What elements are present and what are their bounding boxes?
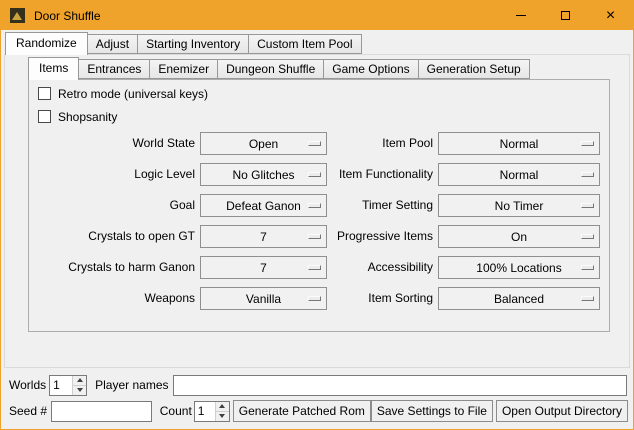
count-input[interactable] (195, 402, 215, 421)
count-spin-buttons (215, 402, 229, 421)
tab-entrances[interactable]: Entrances (78, 59, 150, 79)
seed-input[interactable] (51, 401, 152, 422)
menu-indicator-icon (581, 141, 594, 146)
item-pool-label: Item Pool (259, 132, 433, 155)
shopsanity-checkbox[interactable] (38, 110, 51, 123)
retro-mode-label[interactable]: Retro mode (universal keys) (58, 87, 208, 101)
arrow-up-icon (219, 404, 225, 408)
logic-level-label: Logic Level (29, 163, 195, 186)
save-settings-button[interactable]: Save Settings to File (371, 400, 493, 422)
worlds-label: Worlds (9, 378, 46, 392)
worlds-spin-buttons (72, 376, 86, 395)
retro-mode-checkbutton[interactable]: Retro mode (universal keys) (38, 86, 208, 101)
accessibility-dropdown[interactable]: 100% Locations (438, 256, 600, 279)
arrow-up-icon (77, 378, 83, 382)
maximize-icon (561, 11, 570, 20)
worlds-input[interactable] (50, 376, 72, 395)
shopsanity-label[interactable]: Shopsanity (58, 110, 117, 124)
world-state-label: World State (29, 132, 195, 155)
count-label: Count (160, 404, 192, 418)
close-icon: × (606, 8, 615, 24)
dropdown-value: No Timer (495, 199, 544, 213)
tab-adjust[interactable]: Adjust (87, 34, 138, 54)
tab-custom-item-pool[interactable]: Custom Item Pool (248, 34, 361, 54)
tab-game-options[interactable]: Game Options (323, 59, 418, 79)
close-button[interactable]: × (588, 1, 633, 30)
weapons-label: Weapons (29, 287, 195, 310)
maximize-button[interactable] (543, 1, 588, 30)
tab-starting-inventory[interactable]: Starting Inventory (137, 34, 249, 54)
arrow-down-icon (219, 414, 225, 418)
shopsanity-checkbutton[interactable]: Shopsanity (38, 109, 117, 124)
minimize-icon (516, 15, 526, 16)
crystals-gt-label: Crystals to open GT (29, 225, 195, 248)
main-tab-bar: Randomize Adjust Starting Inventory Cust… (5, 32, 362, 55)
dropdown-value: Normal (500, 168, 539, 182)
worlds-row: Worlds Player names (1, 374, 633, 396)
generate-patched-rom-button[interactable]: Generate Patched Rom (233, 400, 371, 422)
seed-row: Seed # Count Generate Patched Rom Save S… (1, 400, 633, 422)
timer-setting-dropdown[interactable]: No Timer (438, 194, 600, 217)
item-sorting-label: Item Sorting (259, 287, 433, 310)
accessibility-label: Accessibility (259, 256, 433, 279)
count-spin-down-button[interactable] (216, 412, 229, 421)
dropdown-value: Normal (500, 137, 539, 151)
menu-indicator-icon (581, 265, 594, 270)
dropdown-value: On (511, 230, 527, 244)
client-area: Randomize Adjust Starting Inventory Cust… (1, 30, 633, 429)
minimize-button[interactable] (498, 1, 543, 30)
seed-label: Seed # (9, 404, 47, 418)
app-window: Door Shuffle × Randomize Adjust Starting… (0, 0, 634, 430)
item-pool-dropdown[interactable]: Normal (438, 132, 600, 155)
item-functionality-label: Item Functionality (259, 163, 433, 186)
crystals-ganon-label: Crystals to harm Ganon (29, 256, 195, 279)
randomize-tab-bar: Items Entrances Enemizer Dungeon Shuffle… (28, 57, 530, 80)
open-output-directory-button[interactable]: Open Output Directory (496, 400, 628, 422)
item-functionality-dropdown[interactable]: Normal (438, 163, 600, 186)
count-spinbox[interactable] (194, 401, 230, 422)
progressive-items-dropdown[interactable]: On (438, 225, 600, 248)
caption-buttons: × (498, 1, 633, 30)
goal-label: Goal (29, 194, 195, 217)
tab-generation-setup[interactable]: Generation Setup (418, 59, 530, 79)
items-tab-pane: Retro mode (universal keys) Shopsanity W… (28, 79, 610, 332)
tab-dungeon-shuffle[interactable]: Dungeon Shuffle (217, 59, 324, 79)
count-spin-up-button[interactable] (216, 402, 229, 412)
tab-items[interactable]: Items (28, 57, 79, 80)
dropdown-value: Balanced (494, 292, 544, 306)
worlds-spin-up-button[interactable] (73, 376, 86, 386)
dropdown-value: 100% Locations (476, 261, 561, 275)
menu-indicator-icon (581, 234, 594, 239)
menu-indicator-icon (581, 203, 594, 208)
retro-mode-checkbox[interactable] (38, 87, 51, 100)
arrow-down-icon (77, 388, 83, 392)
window-title: Door Shuffle (34, 9, 101, 23)
player-names-label: Player names (95, 378, 168, 392)
menu-indicator-icon (581, 172, 594, 177)
timer-setting-label: Timer Setting (259, 194, 433, 217)
item-sorting-dropdown[interactable]: Balanced (438, 287, 600, 310)
progressive-items-label: Progressive Items (259, 225, 433, 248)
app-icon[interactable] (10, 8, 25, 23)
worlds-spin-down-button[interactable] (73, 386, 86, 395)
tab-randomize[interactable]: Randomize (5, 32, 88, 55)
titlebar[interactable]: Door Shuffle × (1, 1, 633, 30)
menu-indicator-icon (581, 296, 594, 301)
player-names-input[interactable] (173, 375, 628, 396)
tab-enemizer[interactable]: Enemizer (149, 59, 218, 79)
worlds-spinbox[interactable] (49, 375, 87, 396)
